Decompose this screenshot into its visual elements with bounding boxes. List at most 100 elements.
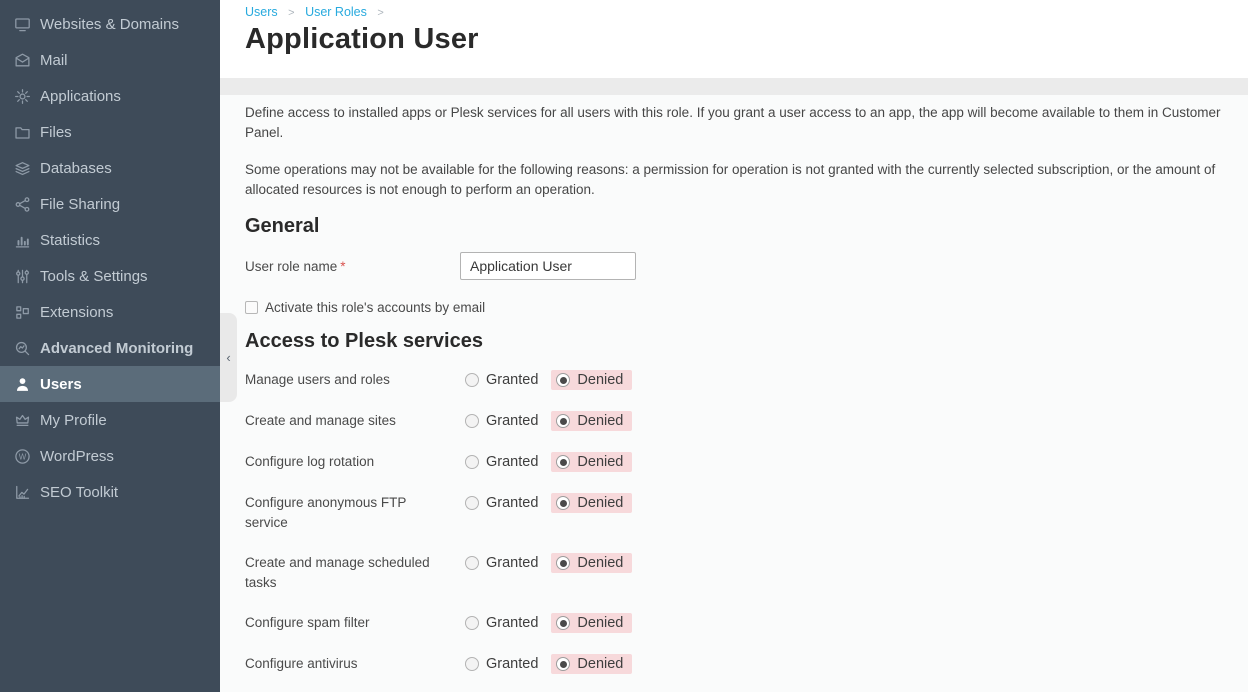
granted-radio-option[interactable]: Granted	[465, 613, 538, 631]
permission-label: Create and manage scheduled tasks	[245, 553, 445, 593]
sliders-icon	[14, 268, 31, 285]
breadcrumb-link-user-roles[interactable]: User Roles	[305, 5, 367, 19]
user-icon	[14, 376, 31, 393]
seo-chart-icon	[14, 484, 31, 501]
wordpress-icon: W	[14, 448, 31, 465]
sidebar-item-label: Websites & Domains	[40, 16, 179, 33]
page-content: Define access to installed apps or Plesk…	[220, 95, 1248, 692]
radio-checked-icon	[556, 373, 570, 387]
sidebar-item-users[interactable]: Users	[0, 366, 220, 402]
radio-unchecked-icon	[465, 496, 479, 510]
sidebar-item-file-sharing[interactable]: File Sharing	[0, 186, 220, 222]
sidebar-item-label: Statistics	[40, 232, 100, 249]
sidebar-item-websites-domains[interactable]: Websites & Domains	[0, 6, 220, 42]
granted-label: Granted	[486, 615, 538, 631]
granted-label: Granted	[486, 454, 538, 470]
denied-label: Denied	[577, 413, 623, 429]
sidebar-item-databases[interactable]: Databases	[0, 150, 220, 186]
breadcrumb-link-users[interactable]: Users	[245, 5, 278, 19]
denied-radio-option[interactable]: Denied	[551, 613, 632, 633]
granted-label: Granted	[486, 495, 538, 511]
extensions-icon	[14, 304, 31, 321]
sidebar-item-wordpress[interactable]: W WordPress	[0, 438, 220, 474]
sidebar-item-seo-toolkit[interactable]: SEO Toolkit	[0, 474, 220, 510]
sidebar-item-statistics[interactable]: Statistics	[0, 222, 220, 258]
share-icon	[14, 196, 31, 213]
sidebar-item-advanced-monitoring[interactable]: Advanced Monitoring	[0, 330, 220, 366]
permission-label: Configure antivirus	[245, 654, 445, 675]
denied-radio-option[interactable]: Denied	[551, 654, 632, 674]
granted-label: Granted	[486, 656, 538, 672]
svg-text:W: W	[19, 452, 27, 461]
database-icon	[14, 160, 31, 177]
granted-radio-option[interactable]: Granted	[465, 370, 538, 388]
permission-row: Configure antivirus Granted Denied	[245, 654, 1238, 675]
denied-radio-option[interactable]: Denied	[551, 493, 632, 513]
gear-icon	[14, 88, 31, 105]
activate-by-email-row: Activate this role's accounts by email	[245, 300, 1238, 315]
sidebar-collapse-button[interactable]: ‹	[220, 313, 237, 402]
activate-by-email-checkbox[interactable]	[245, 301, 258, 314]
denied-radio-option[interactable]: Denied	[551, 370, 632, 390]
sidebar-item-label: Files	[40, 124, 72, 141]
permission-controls: Granted Denied	[465, 553, 632, 574]
sidebar-item-label: Databases	[40, 160, 112, 177]
permission-controls: Granted Denied	[465, 452, 632, 473]
permission-row: Create and manage sites Granted Denied	[245, 411, 1238, 432]
granted-label: Granted	[486, 413, 538, 429]
crown-icon	[14, 412, 31, 429]
granted-radio-option[interactable]: Granted	[465, 452, 538, 470]
sidebar-item-tools-settings[interactable]: Tools & Settings	[0, 258, 220, 294]
radio-unchecked-icon	[465, 414, 479, 428]
denied-radio-option[interactable]: Denied	[551, 411, 632, 431]
plesk-services-section-heading: Access to Plesk services	[245, 330, 1238, 353]
monitoring-magnifier-icon	[14, 340, 31, 357]
denied-radio-option[interactable]: Denied	[551, 452, 632, 472]
sidebar-item-label: Advanced Monitoring	[40, 340, 193, 357]
breadcrumb-separator: >	[288, 7, 294, 19]
label-text: User role name	[245, 259, 337, 274]
granted-label: Granted	[486, 555, 538, 571]
required-asterisk: *	[340, 259, 345, 274]
permission-label: Configure spam filter	[245, 613, 445, 634]
sidebar-item-applications[interactable]: Applications	[0, 78, 220, 114]
denied-label: Denied	[577, 656, 623, 672]
sidebar-item-label: WordPress	[40, 448, 114, 465]
permission-row: Configure spam filter Granted Denied	[245, 613, 1238, 634]
sidebar-item-my-profile[interactable]: My Profile	[0, 402, 220, 438]
page-title: Application User	[245, 23, 1248, 56]
general-section-heading: General	[245, 215, 1238, 238]
sidebar-item-label: Extensions	[40, 304, 113, 321]
permission-controls: Granted Denied	[465, 493, 632, 514]
breadcrumb-separator: >	[377, 7, 383, 19]
granted-radio-option[interactable]: Granted	[465, 493, 538, 511]
granted-radio-option[interactable]: Granted	[465, 553, 538, 571]
permission-row: Configure log rotation Granted Denied	[245, 452, 1238, 473]
denied-label: Denied	[577, 555, 623, 571]
intro-paragraph-1: Define access to installed apps or Plesk…	[245, 103, 1238, 143]
monitor-icon	[14, 16, 31, 33]
breadcrumb: Users > User Roles >	[245, 0, 1248, 19]
denied-label: Denied	[577, 615, 623, 631]
permission-controls: Granted Denied	[465, 411, 632, 432]
sidebar-item-mail[interactable]: Mail	[0, 42, 220, 78]
sidebar-item-files[interactable]: Files	[0, 114, 220, 150]
granted-label: Granted	[486, 372, 538, 388]
denied-label: Denied	[577, 454, 623, 470]
radio-checked-icon	[556, 455, 570, 469]
radio-unchecked-icon	[465, 455, 479, 469]
header-divider-band	[220, 78, 1248, 95]
radio-unchecked-icon	[465, 657, 479, 671]
permission-row: Manage users and roles Granted Denied	[245, 370, 1238, 391]
permissions-list: Manage users and roles Granted Denied Cr…	[245, 370, 1238, 675]
sidebar-item-label: Users	[40, 376, 82, 393]
sidebar-item-label: Tools & Settings	[40, 268, 148, 285]
granted-radio-option[interactable]: Granted	[465, 411, 538, 429]
granted-radio-option[interactable]: Granted	[465, 654, 538, 672]
denied-radio-option[interactable]: Denied	[551, 553, 632, 573]
sidebar-item-extensions[interactable]: Extensions	[0, 294, 220, 330]
sidebar-item-label: SEO Toolkit	[40, 484, 118, 501]
permission-controls: Granted Denied	[465, 613, 632, 634]
user-role-name-input[interactable]	[460, 252, 636, 280]
radio-checked-icon	[556, 414, 570, 428]
